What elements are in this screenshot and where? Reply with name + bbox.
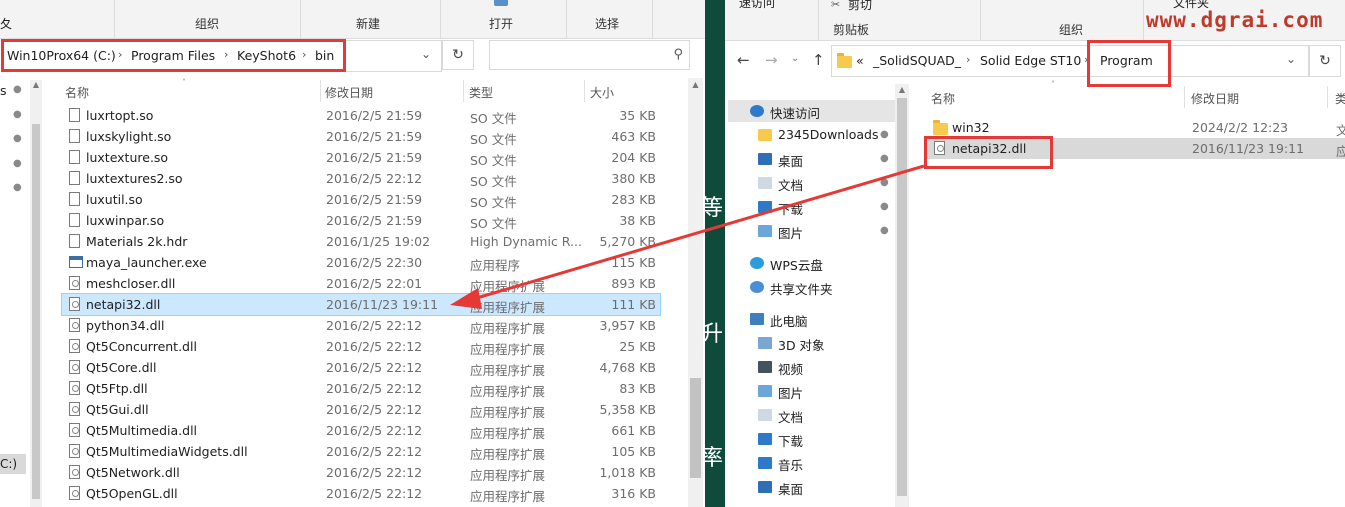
annotation-arrow-line [469,164,925,302]
annotation-arrow [450,164,925,309]
annotation-arrow-head [450,288,482,309]
